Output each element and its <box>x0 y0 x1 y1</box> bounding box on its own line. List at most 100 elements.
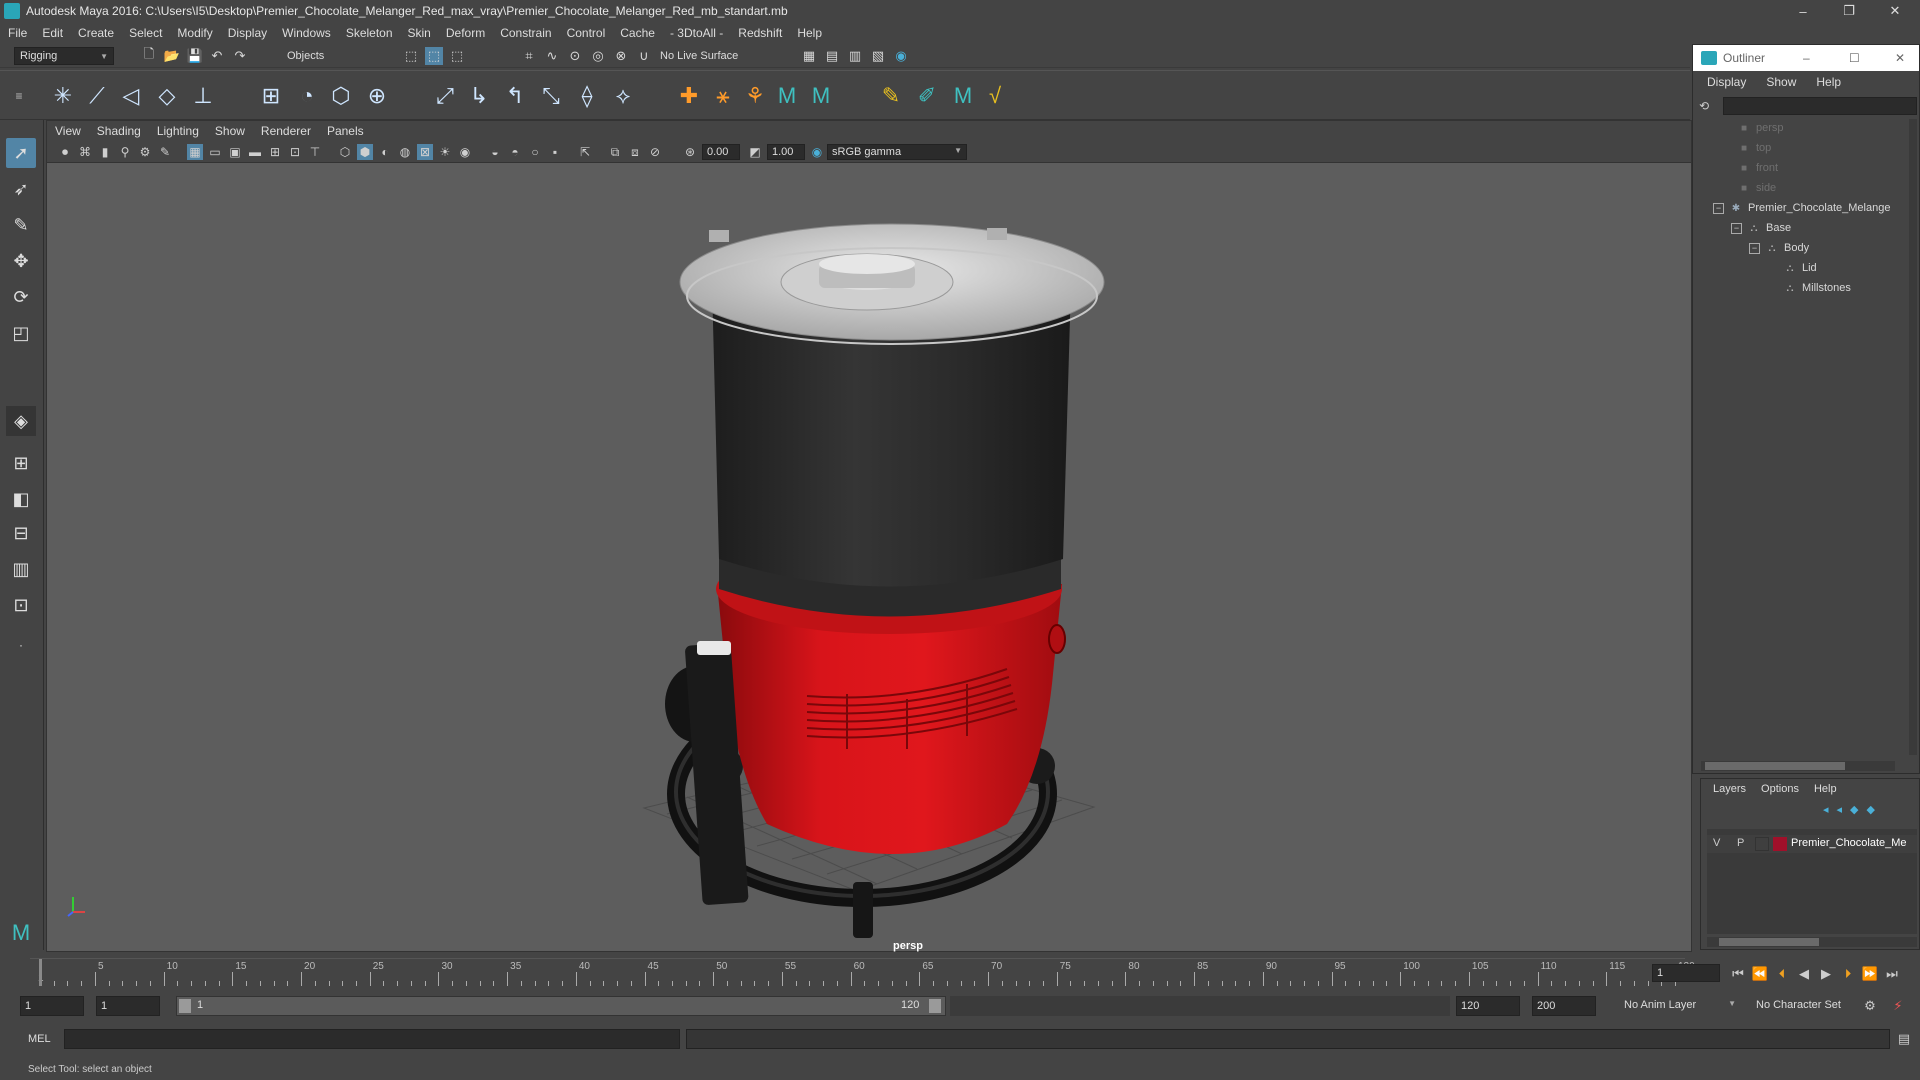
textures-icon[interactable]: ◍ <box>397 144 413 160</box>
snap-magnet-icon[interactable]: ∪ <box>635 47 653 65</box>
motion-blur-icon[interactable]: ◒ <box>487 144 503 160</box>
collapse-icon[interactable]: − <box>1713 203 1724 214</box>
color-management-icon[interactable]: ◉ <box>809 144 825 160</box>
parent-constraint-icon[interactable]: ⟠ <box>572 81 602 111</box>
step-back-frame-icon[interactable]: ⏴ <box>1772 964 1792 984</box>
four-view-icon[interactable]: ⊞ <box>6 448 36 478</box>
dof-icon[interactable]: ○ <box>527 144 543 160</box>
lighting-icon[interactable]: ◐ <box>377 144 393 160</box>
render-frame-icon[interactable]: ▤ <box>823 47 841 65</box>
check-icon[interactable]: √ <box>980 81 1010 111</box>
move-tool-icon[interactable]: ✥ <box>6 246 36 276</box>
range-start-handle[interactable] <box>179 999 191 1013</box>
layer-name[interactable]: Premier_Chocolate_Me <box>1791 837 1907 849</box>
current-frame-field[interactable]: 1 <box>1652 964 1720 982</box>
ipr-render-icon[interactable]: ▥ <box>846 47 864 65</box>
menu-deform[interactable]: Deform <box>446 26 485 40</box>
maya-tool3-icon[interactable]: M <box>948 81 978 111</box>
persp-graph-icon[interactable]: ⊟ <box>6 518 36 548</box>
gamma-icon[interactable]: ◩ <box>747 144 763 160</box>
ambient-occlusion-icon[interactable]: ◉ <box>457 144 473 160</box>
paint-select-icon[interactable]: ✎ <box>6 210 36 240</box>
timeline-track[interactable]: 1510152025303540455055606570758085909510… <box>30 958 1695 986</box>
command-language[interactable]: MEL <box>28 1033 51 1045</box>
command-input[interactable] <box>64 1029 680 1049</box>
hscrollbar-thumb[interactable] <box>1705 762 1845 770</box>
current-time-marker[interactable] <box>39 959 42 986</box>
resolution-gate-icon[interactable]: ▣ <box>227 144 243 160</box>
layer-color-swatch[interactable] <box>1773 837 1787 851</box>
minimize-button[interactable]: – <box>1780 0 1826 22</box>
orient-constraint-icon[interactable]: ↰ <box>500 81 530 111</box>
layers-menu-options[interactable]: Options <box>1761 783 1799 795</box>
hud3-icon[interactable]: ⊘ <box>647 144 663 160</box>
prefs-icon[interactable]: ⚡ <box>1888 996 1908 1016</box>
menu-select[interactable]: Select <box>129 26 162 40</box>
tree-item-group[interactable]: ✱ Premier_Chocolate_Melange <box>1729 199 1891 217</box>
tree-item-side[interactable]: ■ side <box>1737 179 1776 197</box>
layer-tool-icons[interactable]: ◂◂◆◆ <box>1823 803 1883 816</box>
joint-tool-icon[interactable]: ✳ <box>48 81 78 111</box>
ik-spline-icon[interactable]: ◁ <box>116 81 146 111</box>
single-view-icon[interactable]: ◈ <box>6 406 36 436</box>
persp-hypershade-icon[interactable]: ▥ <box>6 554 36 584</box>
outliner-search-input[interactable] <box>1723 97 1917 115</box>
tree-item-front[interactable]: ■ front <box>1737 159 1778 177</box>
select-component-icon[interactable]: ⬚ <box>448 47 466 65</box>
hud-icon[interactable]: ⧉ <box>607 144 623 160</box>
tree-item-body[interactable]: ⛬ Body <box>1765 239 1810 257</box>
anim-layer-dropdown[interactable]: No Anim Layer ▼ <box>1620 996 1740 1016</box>
panel-menu-renderer[interactable]: Renderer <box>261 124 311 138</box>
safe-action-icon[interactable]: ⊡ <box>287 144 303 160</box>
2d-pan-zoom-icon[interactable]: ⚙ <box>137 144 153 160</box>
menu-cache[interactable]: Cache <box>620 26 655 40</box>
exposure-icon[interactable]: ⊛ <box>682 144 698 160</box>
brush-icon[interactable]: ✐ <box>912 81 942 111</box>
select-tool-icon[interactable]: ➚ <box>6 138 36 168</box>
panel-menu-show[interactable]: Show <box>215 124 245 138</box>
layer-playback-toggle[interactable]: P <box>1737 837 1744 849</box>
field-chart-icon[interactable]: ⊞ <box>267 144 283 160</box>
tree-item-base[interactable]: ⛬ Base <box>1747 219 1792 237</box>
step-forward-frame-icon[interactable]: ⏵ <box>1838 964 1858 984</box>
menu-windows[interactable]: Windows <box>282 26 331 40</box>
tree-item-persp[interactable]: ■ persp <box>1737 119 1784 137</box>
gamma-field[interactable]: 1.00 <box>767 144 805 160</box>
selection-mode-dropdown[interactable]: Objects <box>282 47 378 65</box>
grease-pencil-icon[interactable]: ✎ <box>157 144 173 160</box>
xray-joints-icon[interactable]: ⇱ <box>577 144 593 160</box>
locator-icon[interactable]: ✚ <box>674 81 704 111</box>
maximize-button[interactable]: ❐ <box>1826 0 1872 22</box>
select-object-icon[interactable]: ⬚ <box>425 47 443 65</box>
open-scene-icon[interactable]: 📂 <box>163 47 181 65</box>
live-surface-label[interactable]: No Live Surface <box>660 50 738 62</box>
filter-icon[interactable]: ⟲ <box>1699 99 1715 115</box>
lattice-icon[interactable]: ⬡ <box>326 81 356 111</box>
snap-view-icon[interactable]: ◎ <box>589 47 607 65</box>
collapse-icon[interactable]: − <box>1731 223 1742 234</box>
menu-display[interactable]: Display <box>228 26 267 40</box>
undo-icon[interactable]: ↶ <box>208 47 226 65</box>
menu-edit[interactable]: Edit <box>42 26 63 40</box>
hypershade-icon[interactable]: ◉ <box>892 47 910 65</box>
close-button[interactable]: ✕ <box>1872 0 1918 22</box>
menu-create[interactable]: Create <box>78 26 114 40</box>
bookmark-icon[interactable]: ▮ <box>97 144 113 160</box>
layer-row[interactable]: V P Premier_Chocolate_Me <box>1707 835 1917 853</box>
hik-icon[interactable]: ⚘ <box>740 81 770 111</box>
scale-constraint-icon[interactable]: ⤡ <box>536 81 566 111</box>
layers-hscrollbar[interactable] <box>1707 937 1917 947</box>
shelf-options-icon[interactable]: ≡ <box>4 81 34 111</box>
outliner-maximize-icon[interactable]: ☐ <box>1849 51 1860 65</box>
render-view-icon[interactable]: ▦ <box>800 47 818 65</box>
bind-skin-icon[interactable]: ⊞ <box>256 81 286 111</box>
xray-icon[interactable]: ⊠ <box>417 144 433 160</box>
select-camera-icon[interactable]: ⏺ <box>57 144 73 160</box>
point-constraint-icon[interactable]: ⤢ <box>430 81 460 111</box>
hscrollbar-thumb[interactable] <box>1719 938 1819 946</box>
menu-control[interactable]: Control <box>567 26 606 40</box>
insert-joint-icon[interactable]: ◇ <box>152 81 182 111</box>
range-bar[interactable]: 1 120 <box>176 996 946 1016</box>
character-set-dropdown[interactable]: No Character Set <box>1752 996 1864 1016</box>
go-to-end-icon[interactable]: ⏭ <box>1882 964 1902 984</box>
